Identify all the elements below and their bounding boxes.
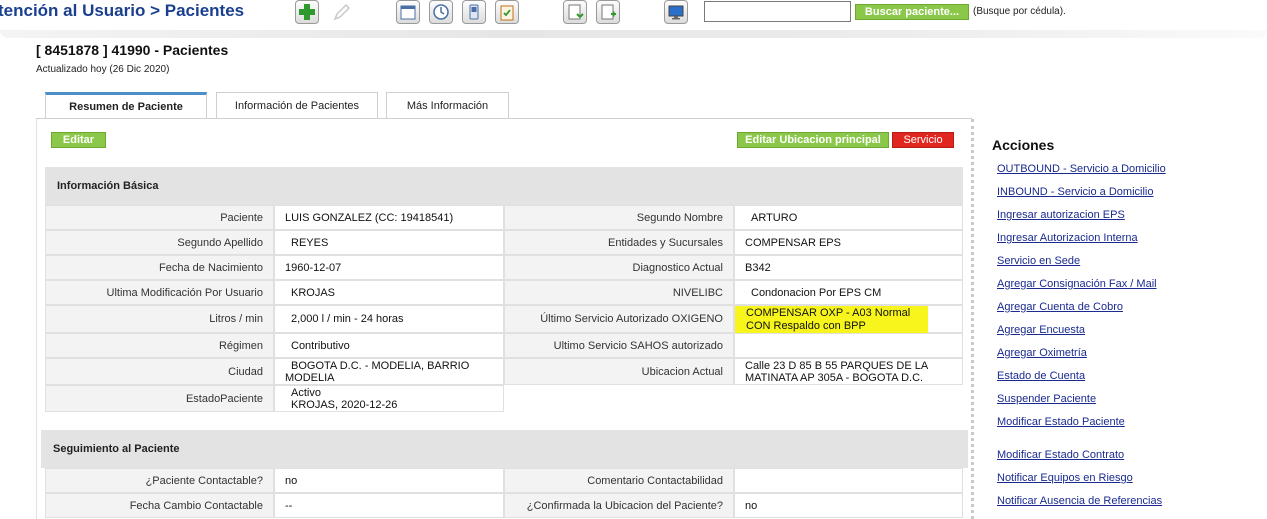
- field-label: Segundo Nombre: [504, 205, 734, 230]
- action-autorizacion-eps[interactable]: Ingresar autorizacion EPS: [997, 209, 1125, 221]
- calendar-icon[interactable]: [396, 0, 420, 24]
- field-label: Segundo Apellido: [45, 230, 274, 255]
- field-value: BOGOTA D.C. - MODELIA, BARRIO MODELIA: [274, 358, 504, 385]
- field-value: COMPENSAR OXP - A03 Normal CON Respaldo …: [734, 305, 963, 339]
- document-download-icon[interactable]: [563, 0, 587, 24]
- action-suspender[interactable]: Suspender Paciente: [997, 393, 1096, 405]
- field-value: LUIS GONZALEZ (CC: 19418541): [274, 205, 504, 230]
- action-servicio-sede[interactable]: Servicio en Sede: [997, 255, 1080, 267]
- action-modificar-estado-paciente[interactable]: Modificar Estado Paciente: [997, 416, 1125, 428]
- field-label: Fecha Cambio Contactable: [45, 493, 274, 518]
- search-patient-button[interactable]: Buscar paciente...: [855, 4, 969, 20]
- field-label: Ultima Modificación Por Usuario: [45, 280, 274, 305]
- field-label: Ubicacion Actual: [504, 358, 734, 385]
- action-encuesta[interactable]: Agregar Encuesta: [997, 324, 1085, 336]
- field-label: EstadoPaciente: [45, 385, 274, 412]
- field-value: 2,000 l / min - 24 horas: [274, 305, 504, 333]
- field-label: Ciudad: [45, 358, 274, 385]
- action-cuenta-cobro[interactable]: Agregar Cuenta de Cobro: [997, 301, 1123, 313]
- field-label: Comentario Contactabilidad: [504, 468, 734, 493]
- field-label: Último Servicio Autorizado OXIGENO: [504, 305, 734, 333]
- field-value: 1960-12-07: [274, 255, 504, 280]
- field-value: KROJAS: [274, 280, 504, 305]
- field-value: COMPENSAR EPS: [734, 230, 963, 255]
- action-autorizacion-interna[interactable]: Ingresar Autorizacion Interna: [997, 232, 1138, 244]
- field-value: --: [274, 493, 504, 518]
- patient-title: [ 8451878 ] 41990 - Pacientes: [36, 42, 229, 58]
- status-value: Activo: [291, 386, 321, 399]
- action-modificar-estado-contrato[interactable]: Modificar Estado Contrato: [997, 449, 1124, 461]
- field-label: ¿Confirmada la Ubicacion del Paciente?: [504, 493, 734, 518]
- field-value: [734, 333, 963, 358]
- field-value: [734, 468, 963, 493]
- top-bar: tención al Usuario > Pacientes Buscar pa…: [0, 0, 1267, 30]
- tab-mas-informacion[interactable]: Más Información: [386, 92, 509, 118]
- city-text: BOGOTA D.C. - MODELIA, BARRIO MODELIA: [285, 359, 470, 384]
- monitor-icon[interactable]: [664, 0, 688, 24]
- field-label: Paciente: [45, 205, 274, 230]
- add-icon[interactable]: [295, 0, 319, 24]
- field-value: Condonacion Por EPS CM: [734, 280, 963, 305]
- action-equipos-riesgo[interactable]: Notificar Equipos en Riesgo: [997, 472, 1133, 484]
- field-label: Fecha de Nacimiento: [45, 255, 274, 280]
- document-add-icon[interactable]: [596, 0, 620, 24]
- field-value: no: [274, 468, 504, 493]
- edit-button[interactable]: Editar: [51, 132, 106, 148]
- action-inbound[interactable]: INBOUND - Servicio a Domicilio: [997, 186, 1153, 198]
- action-outbound[interactable]: OUTBOUND - Servicio a Domicilio: [997, 163, 1166, 175]
- edit-location-button[interactable]: Editar Ubicacion principal: [737, 132, 889, 148]
- search-input[interactable]: [704, 1, 851, 22]
- tab-informacion-pacientes[interactable]: Información de Pacientes: [216, 92, 378, 118]
- field-label: NIVELIBC: [504, 280, 734, 305]
- page-title: tención al Usuario > Pacientes: [0, 1, 245, 20]
- field-label: Litros / min: [45, 305, 274, 333]
- service-button[interactable]: Servicio: [892, 132, 954, 148]
- basic-info-header: Información Básica: [45, 167, 963, 205]
- field-label: ¿Paciente Contactable?: [45, 468, 274, 493]
- action-estado-cuenta[interactable]: Estado de Cuenta: [997, 370, 1085, 382]
- field-value: no: [734, 493, 963, 518]
- followup-header: Seguimiento al Paciente: [41, 430, 968, 468]
- search-hint: (Busque por cédula).: [973, 6, 1066, 17]
- field-value: REYES: [274, 230, 504, 255]
- field-value: B342: [734, 255, 963, 280]
- field-value: Contributivo: [274, 333, 504, 358]
- updated-date: Actualizado hoy (26 Dic 2020): [36, 64, 170, 75]
- panel-separator: [971, 119, 974, 519]
- field-label: Entidades y Sucursales: [504, 230, 734, 255]
- header-divider: [0, 30, 1267, 38]
- field-value: ARTURO: [734, 205, 963, 230]
- phone-icon[interactable]: [462, 0, 486, 24]
- action-oximetria[interactable]: Agregar Oximetría: [997, 347, 1087, 359]
- field-label: Régimen: [45, 333, 274, 358]
- clipboard-icon[interactable]: [495, 0, 519, 24]
- field-value: Calle 23 D 85 B 55 PARQUES DE LA MATINAT…: [734, 358, 963, 385]
- tab-resumen-paciente[interactable]: Resumen de Paciente: [45, 92, 207, 119]
- edit-icon[interactable]: [330, 0, 354, 24]
- clock-icon[interactable]: [429, 0, 453, 24]
- field-value: Activo KROJAS, 2020-12-26: [274, 385, 504, 412]
- action-ausencia-referencias[interactable]: Notificar Ausencia de Referencias: [997, 495, 1162, 507]
- status-by: KROJAS, 2020-12-26: [291, 398, 398, 411]
- action-consignacion[interactable]: Agregar Consignación Fax / Mail: [997, 278, 1157, 290]
- field-label: Diagnostico Actual: [504, 255, 734, 280]
- actions-title: Acciones: [992, 137, 1055, 153]
- field-label: Ultimo Servicio SAHOS autorizado: [504, 333, 734, 358]
